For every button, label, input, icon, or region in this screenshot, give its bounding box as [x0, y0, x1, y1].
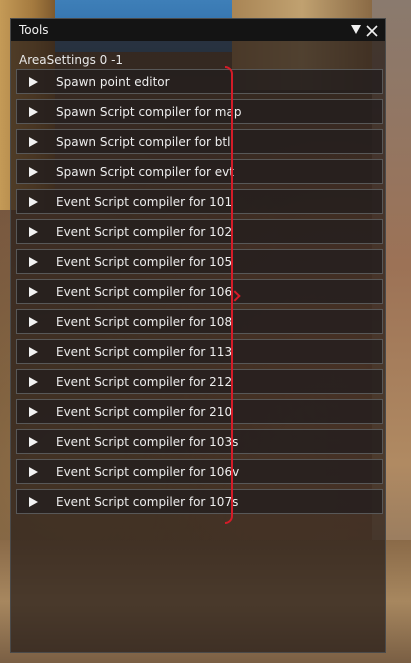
play-arrow-icon — [29, 407, 38, 417]
tool-item-label: Spawn point editor — [56, 75, 170, 89]
tool-list-item[interactable]: Spawn Script compiler for map — [16, 99, 383, 124]
window-titlebar[interactable]: Tools — [11, 19, 385, 41]
tool-item-label: Event Script compiler for 106 — [56, 285, 233, 299]
tool-item-label: Event Script compiler for 113 — [56, 345, 233, 359]
tool-item-label: Event Script compiler for 103s — [56, 435, 239, 449]
tool-item-label: Event Script compiler for 106v — [56, 465, 240, 479]
tool-list-item[interactable]: Event Script compiler for 113 — [16, 339, 383, 364]
tool-list-item[interactable]: Event Script compiler for 102 — [16, 219, 383, 244]
tool-list-item[interactable]: Event Script compiler for 106 — [16, 279, 383, 304]
play-arrow-icon — [29, 347, 38, 357]
play-arrow-icon — [29, 287, 38, 297]
tool-list-item[interactable]: Event Script compiler for 108 — [16, 309, 383, 334]
play-arrow-icon — [29, 77, 38, 87]
play-arrow-icon — [29, 317, 38, 327]
play-arrow-icon — [29, 137, 38, 147]
tool-list-item[interactable]: Event Script compiler for 105 — [16, 249, 383, 274]
tool-list-item[interactable]: Event Script compiler for 106v — [16, 459, 383, 484]
tool-list-item[interactable]: Event Script compiler for 210 — [16, 399, 383, 424]
close-icon[interactable] — [365, 23, 379, 37]
tool-item-label: Spawn Script compiler for evt — [56, 165, 234, 179]
tool-item-label: Event Script compiler for 210 — [56, 405, 233, 419]
tool-list-item[interactable]: Event Script compiler for 101 — [16, 189, 383, 214]
tool-item-label: Event Script compiler for 212 — [56, 375, 233, 389]
tool-list-item[interactable]: Spawn Script compiler for btl — [16, 129, 383, 154]
tool-list-item[interactable]: Event Script compiler for 103s — [16, 429, 383, 454]
play-arrow-icon — [29, 167, 38, 177]
play-arrow-icon — [29, 227, 38, 237]
play-arrow-icon — [29, 107, 38, 117]
tool-list: Spawn point editor Spawn Script compiler … — [16, 69, 383, 519]
tool-item-label: Event Script compiler for 108 — [56, 315, 233, 329]
triangle-down-icon[interactable] — [351, 25, 361, 34]
tool-list-item[interactable]: Event Script compiler for 107s — [16, 489, 383, 514]
play-arrow-icon — [29, 197, 38, 207]
tool-item-label: Spawn Script compiler for map — [56, 105, 242, 119]
play-arrow-icon — [29, 437, 38, 447]
window-title: Tools — [19, 23, 49, 37]
play-arrow-icon — [29, 497, 38, 507]
area-settings-label: AreaSettings 0 -1 — [19, 53, 124, 67]
play-arrow-icon — [29, 377, 38, 387]
tool-item-label: Event Script compiler for 105 — [56, 255, 233, 269]
tool-list-item[interactable]: Spawn Script compiler for evt — [16, 159, 383, 184]
play-arrow-icon — [29, 257, 38, 267]
tool-item-label: Spawn Script compiler for btl — [56, 135, 231, 149]
tool-item-label: Event Script compiler for 101 — [56, 195, 233, 209]
play-arrow-icon — [29, 467, 38, 477]
tool-list-item[interactable]: Spawn point editor — [16, 69, 383, 94]
tool-item-label: Event Script compiler for 102 — [56, 225, 233, 239]
tool-item-label: Event Script compiler for 107s — [56, 495, 239, 509]
tool-list-item[interactable]: Event Script compiler for 212 — [16, 369, 383, 394]
tools-window: Tools AreaSettings 0 -1 Spawn point edit… — [10, 18, 386, 653]
